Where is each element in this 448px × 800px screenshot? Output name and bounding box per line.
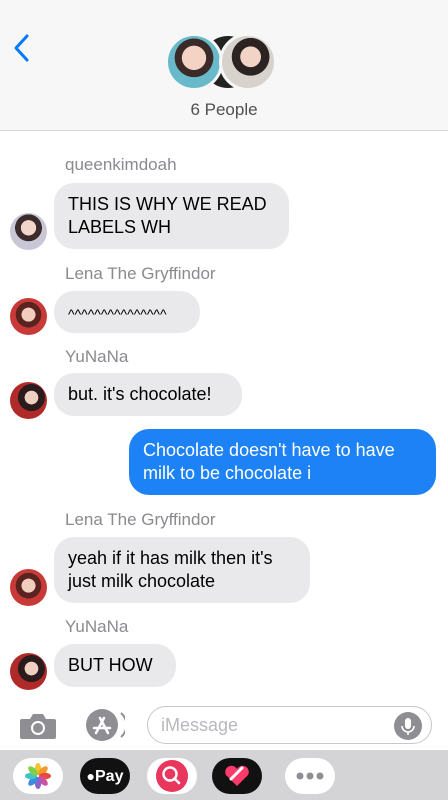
avatar[interactable]	[10, 213, 47, 250]
microphone-icon	[394, 712, 422, 740]
message-bubble-outgoing[interactable]: Chocolate doesn't have to have milk to b…	[129, 429, 436, 495]
conversation-header: 6 People	[0, 0, 448, 131]
message-line: yeah if it has milk then it's	[68, 548, 273, 568]
message-bubble[interactable]: but. it's chocolate!	[54, 373, 242, 416]
sender-name: Lena The Gryffindor	[65, 264, 216, 283]
message-bubble[interactable]: yeah if it has milk then it's just milk …	[54, 537, 310, 603]
microphone-button[interactable]	[393, 711, 423, 741]
sender-name: YuNaNa	[65, 617, 129, 636]
message-line: THIS IS WHY WE READ	[68, 194, 267, 214]
search-images-icon	[156, 760, 188, 792]
people-count[interactable]: 6 People	[0, 100, 448, 120]
imessage-input[interactable]	[147, 706, 432, 744]
message-line: just milk chocolate	[68, 571, 216, 591]
sender-name: Lena The Gryffindor	[65, 510, 216, 529]
message-bubble[interactable]: ^^^^^^^^^^^^^^^	[54, 291, 200, 333]
avatar[interactable]	[10, 298, 47, 335]
message-bubble[interactable]: BUT HOW	[54, 644, 176, 687]
app-store-icon	[86, 709, 128, 741]
back-button[interactable]	[10, 32, 38, 64]
camera-button[interactable]	[18, 711, 58, 741]
message-line: LABELS WH	[68, 217, 172, 237]
avatar[interactable]	[10, 569, 47, 606]
search-images-app-button[interactable]	[147, 758, 197, 794]
apple-pay-app-button[interactable]: ●Pay	[80, 758, 130, 794]
message-line: milk to be chocolate i	[143, 463, 312, 483]
compose-bar	[0, 700, 448, 750]
group-avatar	[165, 33, 223, 91]
camera-icon	[20, 714, 56, 739]
more-apps-button[interactable]	[285, 758, 335, 794]
message-line: BUT HOW	[68, 655, 153, 675]
digital-touch-app-button[interactable]	[212, 758, 262, 794]
app-drawer: ●Pay	[0, 750, 448, 800]
message-line: ^^^^^^^^^^^^^^^	[68, 306, 167, 322]
sender-name: queenkimdoah	[65, 155, 177, 174]
group-avatars[interactable]	[165, 33, 283, 93]
digital-touch-icon	[225, 765, 249, 786]
photos-app-button[interactable]	[13, 758, 63, 794]
sender-name: YuNaNa	[65, 347, 129, 366]
message-line: Chocolate doesn't have to have	[143, 440, 395, 460]
avatar[interactable]	[10, 653, 47, 690]
back-chevron-icon	[14, 34, 29, 62]
apple-pay-icon: ●Pay	[86, 768, 124, 785]
photos-icon	[25, 763, 51, 789]
app-store-button[interactable]	[83, 707, 128, 743]
message-line: but. it's chocolate!	[68, 384, 212, 404]
group-avatar	[219, 33, 277, 91]
message-bubble[interactable]: THIS IS WHY WE READ LABELS WH	[54, 183, 289, 249]
more-icon	[296, 772, 324, 780]
avatar[interactable]	[10, 382, 47, 419]
apple-pay-label: Pay	[95, 768, 124, 785]
